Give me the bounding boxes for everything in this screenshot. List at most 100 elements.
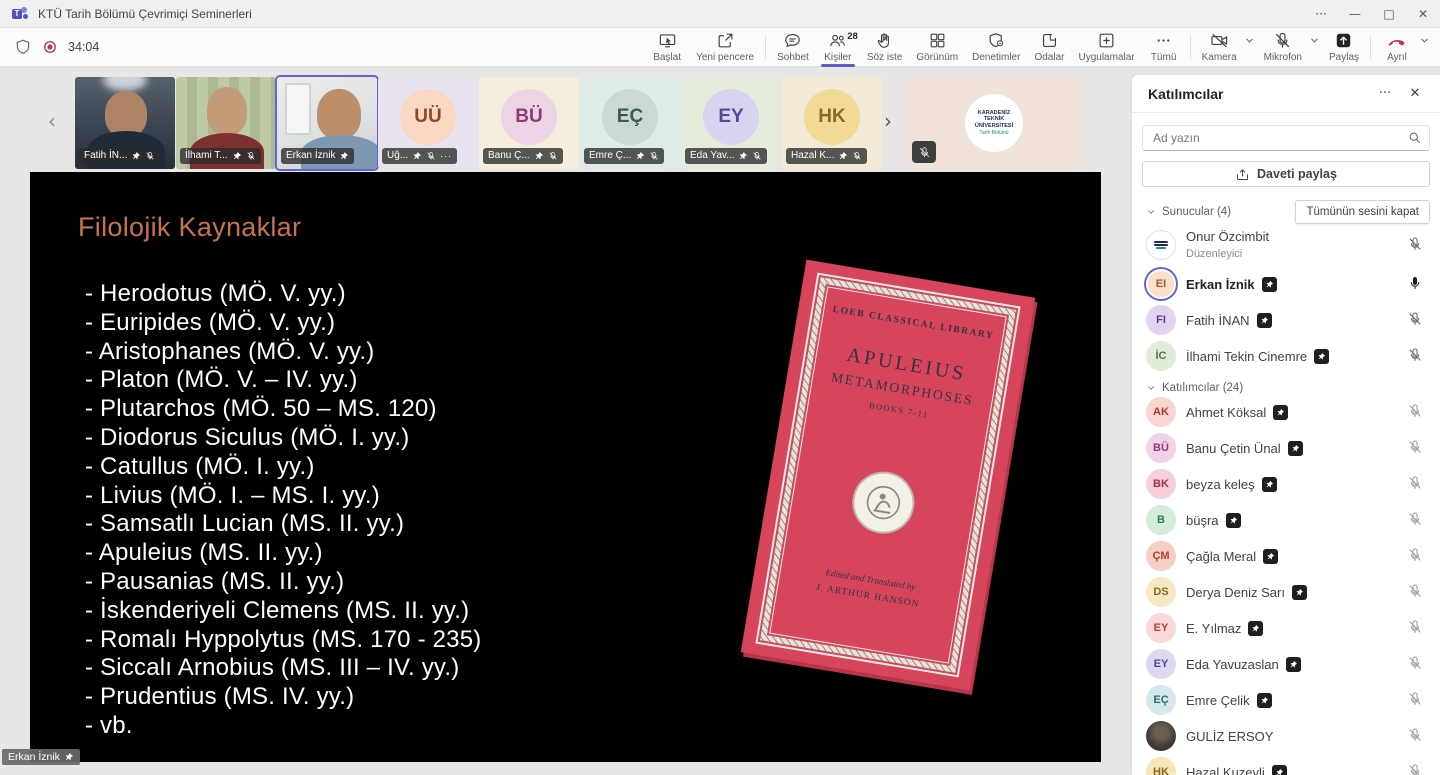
tile-name-tag: Uğ...···	[382, 148, 457, 164]
leave-button[interactable]: Ayrıl	[1375, 28, 1419, 67]
window-restore-button[interactable]: □	[1372, 0, 1406, 28]
classical-figure-icon	[860, 480, 906, 526]
video-tile-fatih[interactable]: Fatih İN...	[75, 77, 175, 169]
share-invite-button[interactable]: Daveti paylaş	[1142, 161, 1430, 187]
apps-button[interactable]: Uygulamalar	[1071, 28, 1141, 67]
participant-mic-disabled[interactable]	[1404, 545, 1426, 567]
mute-all-button[interactable]: Tümünün sesini kapat	[1295, 200, 1430, 224]
initials-tile-eda[interactable]: EY Eda Yav...	[681, 77, 781, 169]
controls-button[interactable]: Denetimler	[965, 28, 1027, 67]
participant-mic-disabled[interactable]	[1404, 725, 1426, 747]
camera-button[interactable]: Kamera	[1195, 28, 1244, 67]
raise-hand-button[interactable]: Söz iste	[860, 28, 910, 67]
slide-list-item: - Samsatlı Lucian (MS. II. yy.)	[85, 510, 481, 539]
participant-mic-disabled[interactable]	[1404, 401, 1426, 423]
share-button[interactable]: Paylaş	[1322, 28, 1366, 67]
screen-share-icon	[658, 31, 677, 50]
participant-row[interactable]: İC İlhami Tekin Cinemre	[1132, 338, 1440, 374]
pin-icon	[838, 151, 848, 161]
mic-off-icon	[1407, 311, 1423, 327]
search-input[interactable]	[1142, 125, 1430, 151]
ktu-logo: KARADENİZ TEKNİK ÜNİVERSİTESİ Tarih Bölü…	[965, 94, 1023, 152]
participant-row[interactable]: B büşra	[1132, 502, 1440, 538]
slide-list-item: - Diodorus Siculus (MÖ. I. yy.)	[85, 424, 481, 453]
tile-name-tag: Emre Ç...	[584, 148, 664, 164]
initials-tile-banu[interactable]: BÜ Banu Ç...	[479, 77, 579, 169]
participant-mic-on[interactable]	[1404, 273, 1426, 295]
mic-off-icon	[1407, 547, 1423, 563]
participant-mic-muted[interactable]	[1404, 345, 1426, 367]
video-tile-erkan-active-speaker[interactable]: Erkan İznik	[277, 77, 377, 169]
participant-row[interactable]: ÇM Çağla Meral	[1132, 538, 1440, 574]
attendees-collapse-toggle[interactable]: Katılımcılar (24)	[1146, 382, 1243, 394]
participant-mic-disabled[interactable]	[1404, 653, 1426, 675]
security-shield-icon	[14, 38, 32, 56]
participant-mic-disabled[interactable]	[1404, 581, 1426, 603]
participant-row[interactable]: EY E. Yılmaz	[1132, 610, 1440, 646]
participant-row[interactable]: EY Eda Yavuzaslan	[1132, 646, 1440, 682]
mic-options-chevron[interactable]	[1309, 28, 1322, 49]
leave-options-chevron[interactable]	[1419, 28, 1432, 49]
participant-mic-disabled[interactable]	[1404, 761, 1426, 775]
panel-close-button[interactable]: ✕	[1402, 81, 1428, 107]
tile-more-menu[interactable]: ···	[440, 151, 452, 162]
window-close-button[interactable]: ✕	[1406, 0, 1440, 28]
presenters-collapse-toggle[interactable]: Sunucular (4)	[1146, 206, 1231, 218]
filmstrip-scroll-left-button[interactable]: ‹	[48, 109, 56, 133]
participant-face	[317, 89, 361, 139]
participant-name: GULİZ ERSOY	[1186, 729, 1273, 744]
view-button[interactable]: Görünüm	[909, 28, 965, 67]
participant-mic-disabled[interactable]	[1404, 437, 1426, 459]
leave-control: Ayrıl	[1375, 28, 1432, 67]
new-window-button[interactable]: Yeni pencere	[689, 28, 761, 67]
mic-off-icon	[1407, 347, 1423, 363]
slide-source-list: - Herodotus (MÖ. V. yy.) - Euripides (MÖ…	[85, 280, 481, 741]
participant-mic-disabled[interactable]	[1404, 689, 1426, 711]
avatar: FI	[1146, 305, 1176, 335]
participant-mic-disabled[interactable]	[1404, 509, 1426, 531]
pin-icon	[412, 151, 422, 161]
avatar: BK	[1146, 469, 1176, 499]
window-more-button[interactable]: ···	[1304, 0, 1338, 28]
slide-list-item: - Euripides (MÖ. V. yy.)	[85, 309, 481, 338]
tile-name-tag: Eda Yav...	[685, 148, 767, 164]
more-actions-button[interactable]: Tümü	[1142, 28, 1186, 67]
participant-row[interactable]: Onur ÖzcimbitDüzenleyici	[1132, 224, 1440, 266]
participant-name: beyza keleş	[1186, 477, 1255, 492]
mic-off-icon	[1407, 655, 1423, 671]
participant-row[interactable]: HK Hazal Kuzeyli	[1132, 754, 1440, 775]
ktu-logo-tile[interactable]: KARADENİZ TEKNİK ÜNİVERSİTESİ Tarih Bölü…	[906, 77, 1082, 169]
initials-tile-emre[interactable]: EÇ Emre Ç...	[580, 77, 680, 169]
participant-mic-muted[interactable]	[1404, 309, 1426, 331]
participant-row[interactable]: BK beyza keleş	[1132, 466, 1440, 502]
filmstrip-scroll-right-button[interactable]: ›	[884, 109, 892, 133]
microphone-button[interactable]: Mikrofon	[1257, 28, 1309, 67]
initials-tile-ug[interactable]: UÜ Uğ...···	[378, 77, 478, 169]
participant-mic-muted[interactable]	[1404, 234, 1426, 256]
participant-row[interactable]: EI Erkan İznik	[1132, 266, 1440, 302]
chat-button[interactable]: Sohbet	[770, 28, 816, 67]
pin-icon	[131, 151, 141, 161]
participant-row[interactable]: GULİZ ERSOY	[1132, 718, 1440, 754]
participant-row[interactable]: DS Derya Deniz Sarı	[1132, 574, 1440, 610]
participant-row[interactable]: AK Ahmet Köksal	[1132, 394, 1440, 430]
raise-hand-icon	[875, 31, 894, 50]
participant-row[interactable]: EÇ Emre Çelik	[1132, 682, 1440, 718]
camera-options-chevron[interactable]	[1244, 28, 1257, 49]
video-tile-ilhami[interactable]: İlhami T...	[176, 77, 276, 169]
initials-tile-hazal[interactable]: HK Hazal K...	[782, 77, 882, 169]
participant-mic-disabled[interactable]	[1404, 473, 1426, 495]
participant-row[interactable]: FI Fatih İNAN	[1132, 302, 1440, 338]
pin-icon	[232, 151, 242, 161]
tile-name-tag: İlhami T...	[180, 148, 261, 164]
view-grid-icon	[928, 31, 947, 50]
participant-mic-disabled[interactable]	[1404, 617, 1426, 639]
window-minimize-button[interactable]: —	[1338, 0, 1372, 28]
start-share-button[interactable]: Başlat	[645, 28, 689, 67]
participant-row[interactable]: BÜ Banu Çetin Ünal	[1132, 430, 1440, 466]
pin-badge	[1226, 513, 1241, 528]
tile-name-tag: Hazal K...	[786, 148, 867, 164]
panel-more-button[interactable]: ···	[1372, 81, 1398, 107]
rooms-button[interactable]: Odalar	[1027, 28, 1071, 67]
people-button[interactable]: 28Kişiler	[816, 28, 860, 67]
